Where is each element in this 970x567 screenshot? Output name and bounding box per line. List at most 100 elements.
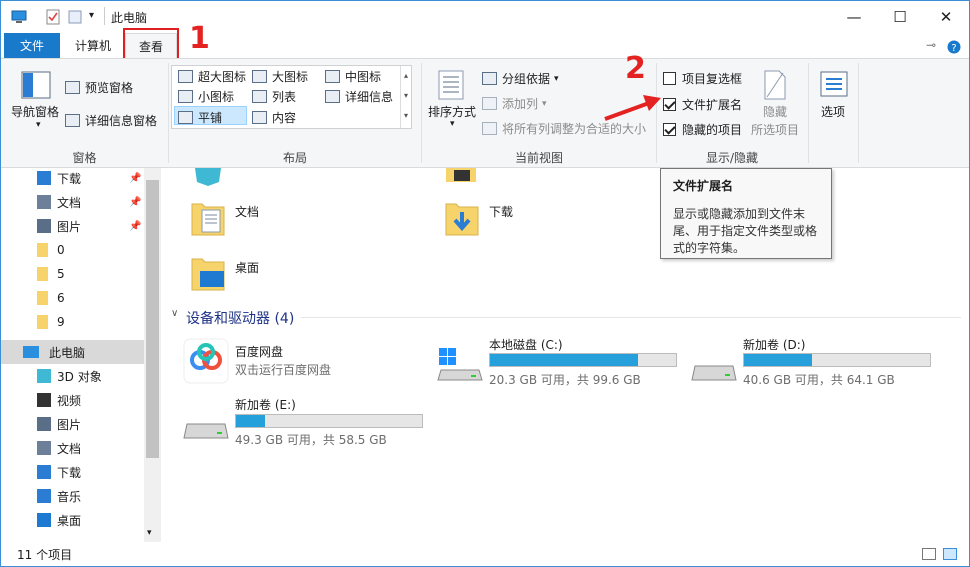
- fit-columns-icon: [482, 122, 497, 135]
- new-folder-icon[interactable]: [67, 9, 83, 25]
- file-extensions-label: 文件扩展名: [682, 98, 743, 112]
- sidebar-item-5[interactable]: 6: [1, 286, 144, 310]
- pin-icon[interactable]: 📌: [129, 221, 141, 232]
- sidebar-item-1[interactable]: 文档 📌: [1, 190, 144, 214]
- folder-label-downloads[interactable]: 下载: [489, 203, 513, 220]
- details-pane-icon: [65, 114, 80, 127]
- options-button[interactable]: 选项: [821, 103, 845, 120]
- drive-e-icon[interactable]: [183, 416, 229, 442]
- item-checkboxes-option[interactable]: 项目复选框: [663, 70, 742, 87]
- add-column-icon: [482, 97, 497, 110]
- layout-tiles[interactable]: 平铺: [178, 109, 222, 126]
- drive-name-d[interactable]: 新加卷 (D:): [743, 336, 805, 353]
- documents-folder-icon[interactable]: [188, 198, 228, 238]
- drive-e-usage-bar: [235, 414, 423, 428]
- scroll-down-icon[interactable]: ▾: [147, 528, 152, 538]
- sidebar-item-8[interactable]: 3D 对象: [1, 364, 144, 388]
- group-by-button[interactable]: 分组依据 ▾: [482, 70, 559, 87]
- nav-pane-button[interactable]: 导航窗格: [11, 103, 59, 120]
- layout-list[interactable]: 列表: [252, 88, 296, 105]
- sidebar-item-12[interactable]: 下载: [1, 460, 144, 484]
- sidebar-item-3[interactable]: 0: [1, 238, 144, 262]
- tab-computer[interactable]: 计算机: [65, 33, 121, 58]
- layout-details[interactable]: 详细信息: [325, 88, 393, 105]
- sort-button[interactable]: 排序方式: [428, 103, 476, 120]
- checkbox-checked[interactable]: [663, 123, 676, 136]
- details-pane-button[interactable]: 详细信息窗格: [65, 112, 157, 129]
- drive-name-c[interactable]: 本地磁盘 (C:): [489, 336, 563, 353]
- usage-fill: [744, 354, 813, 366]
- desktop-folder-icon[interactable]: [188, 253, 228, 293]
- scroll-thumb[interactable]: [146, 180, 159, 458]
- drive-c-icon[interactable]: [437, 348, 483, 384]
- computer-icon: [11, 10, 27, 23]
- sidebar-item-9[interactable]: 视频: [1, 388, 144, 412]
- tab-file[interactable]: 文件: [4, 33, 60, 58]
- checkbox-checked[interactable]: [663, 98, 676, 111]
- sidebar-item-6[interactable]: 9: [1, 310, 144, 334]
- sidebar-item-4[interactable]: 5: [1, 262, 144, 286]
- sidebar-item-0[interactable]: 下载 📌: [1, 166, 144, 190]
- quick-access-dropdown-icon[interactable]: ▾: [89, 10, 94, 21]
- chevron-down-icon[interactable]: ∨: [171, 308, 178, 319]
- gallery-scroll[interactable]: ▴ ▾ ▾: [400, 66, 411, 128]
- folder-icon: [37, 315, 48, 329]
- file-extensions-option[interactable]: 文件扩展名: [663, 96, 742, 113]
- doc-icon: [37, 195, 51, 209]
- details-view-icon[interactable]: [922, 548, 936, 560]
- layout-l-icons[interactable]: 大图标: [252, 68, 308, 85]
- drive-name-baidu[interactable]: 百度网盘: [235, 343, 283, 360]
- arrow-annotation-icon: [604, 95, 661, 121]
- sidebar-item-10[interactable]: 图片: [1, 412, 144, 436]
- drive-name-e[interactable]: 新加卷 (E:): [235, 396, 296, 413]
- item-count: 11 个项目: [17, 548, 73, 562]
- close-button[interactable]: ✕: [923, 1, 969, 33]
- sidebar-item-13[interactable]: 音乐: [1, 484, 144, 508]
- drive-d-usage-bar: [743, 353, 931, 367]
- hidden-items-option[interactable]: 隐藏的项目: [663, 121, 742, 138]
- add-column-button[interactable]: 添加列 ▾: [482, 95, 547, 112]
- chevron-down-icon: ▾: [450, 119, 455, 129]
- pin-ribbon-icon[interactable]: ⊸: [926, 38, 936, 52]
- group-label-layout: 布局: [282, 151, 307, 165]
- layout-xl-icons[interactable]: 超大图标: [178, 68, 246, 85]
- maximize-button[interactable]: ☐: [877, 1, 923, 33]
- divider: [104, 7, 105, 25]
- sidebar-item-2[interactable]: 图片 📌: [1, 214, 144, 238]
- xl-icons-icon: [178, 70, 193, 83]
- help-icon[interactable]: ?: [947, 40, 961, 54]
- large-icons-view-icon[interactable]: [943, 548, 957, 560]
- preview-pane-button[interactable]: 预览窗格: [65, 79, 133, 96]
- layout-m-icons[interactable]: 中图标: [325, 68, 381, 85]
- downloads-folder-icon[interactable]: [442, 198, 482, 238]
- layout-content[interactable]: 内容: [252, 109, 296, 126]
- sidebar-item-label: 下载: [57, 465, 82, 480]
- sidebar-item-7[interactable]: 此电脑: [1, 340, 144, 364]
- layout-s-icons[interactable]: 小图标: [178, 88, 234, 105]
- details-pane-label: 详细信息窗格: [85, 114, 158, 128]
- section-devices-header[interactable]: 设备和驱动器 (4): [186, 308, 294, 328]
- hide-selected-button[interactable]: 隐藏: [763, 103, 787, 120]
- tooltip-title: 文件扩展名: [673, 179, 734, 193]
- nav-scrollbar[interactable]: ▾: [144, 168, 161, 542]
- folder-label-documents[interactable]: 文档: [235, 203, 259, 220]
- pc-icon: [23, 346, 39, 358]
- sidebar-item-11[interactable]: 文档: [1, 436, 144, 460]
- sidebar-item-label: 文档: [57, 441, 82, 456]
- sidebar-item-14[interactable]: 桌面: [1, 508, 144, 532]
- baidu-netdisk-icon[interactable]: [183, 338, 229, 384]
- properties-icon[interactable]: [45, 9, 61, 25]
- pin-icon[interactable]: 📌: [129, 197, 141, 208]
- l-icons-label: 大图标: [272, 70, 309, 84]
- folder-icon: [37, 243, 48, 257]
- folder-label-desktop[interactable]: 桌面: [235, 259, 259, 276]
- sidebar-item-label: 9: [57, 315, 65, 329]
- checkbox-unchecked[interactable]: [663, 72, 676, 85]
- details-label: 详细信息: [345, 90, 394, 104]
- drive-d-icon[interactable]: [691, 358, 737, 384]
- pin-icon[interactable]: 📌: [129, 173, 141, 184]
- drive-sub-c: 20.3 GB 可用，共 99.6 GB: [489, 373, 641, 387]
- minimize-button[interactable]: —: [831, 1, 877, 33]
- hide-selected-icon: [764, 70, 786, 100]
- sidebar-item-label: 文档: [57, 195, 82, 210]
